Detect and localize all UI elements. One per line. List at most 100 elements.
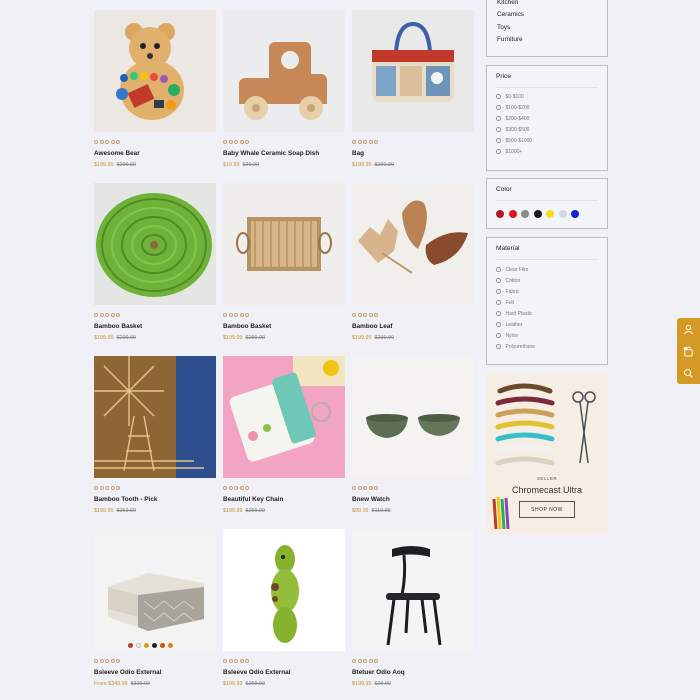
category-item-furniture[interactable]: Furniture [497, 34, 597, 46]
swatch-black[interactable] [152, 643, 157, 648]
product-image-green-toy[interactable] [223, 529, 345, 651]
product-card[interactable]: Bsleeve Odio External From $349.99 $339.9… [94, 529, 216, 700]
product-card[interactable]: Bag $199.99 $299.99 [352, 10, 474, 183]
product-card[interactable]: Bamboo Tooth - Pick $199.99 $259.99 [94, 356, 216, 529]
radio-icon[interactable] [496, 149, 501, 154]
price-option[interactable]: $300-$500 [487, 124, 607, 135]
product-card[interactable]: Awesome Bear $199.99 $299.99 [94, 10, 216, 183]
swatch-red[interactable] [128, 643, 133, 648]
product-price: $199.99 [223, 335, 243, 341]
product-image-green-basket[interactable] [94, 183, 216, 305]
radio-icon[interactable] [496, 105, 501, 110]
category-item-ceramics[interactable]: Ceramics [497, 9, 597, 21]
radio-icon[interactable] [496, 322, 501, 327]
promo-banner[interactable]: SELLER Chromecast Ultra SHOP NOW [486, 373, 608, 534]
product-name[interactable]: Awesome Bear [94, 150, 216, 157]
radio-icon[interactable] [496, 333, 501, 338]
product-name[interactable]: Bsleeve Odio External [223, 669, 345, 676]
shop-now-button[interactable]: SHOP NOW [519, 501, 575, 518]
radio-icon[interactable] [496, 94, 501, 99]
product-card[interactable]: Bamboo Leaf $199.99 $299.99 [352, 183, 474, 356]
color-swatch-yellow[interactable] [546, 210, 554, 218]
product-name[interactable]: Bnew Watch [352, 496, 474, 503]
price-option[interactable]: $1000+ [487, 146, 607, 157]
product-old-price: $339.99 [130, 681, 151, 687]
product-image-toothpick-windmill[interactable] [94, 356, 216, 478]
product-price: $99.99 [352, 508, 369, 514]
product-image-key-chain[interactable] [223, 356, 345, 478]
swatch-gold[interactable] [144, 643, 149, 648]
product-name[interactable]: Beautiful Key Chain [223, 496, 345, 503]
product-card[interactable]: Bamboo Basket $199.99 $299.99 [94, 183, 216, 356]
radio-icon[interactable] [496, 116, 501, 121]
user-icon [684, 324, 693, 334]
material-option[interactable]: Clear Film [487, 264, 607, 275]
product-image-chair[interactable] [352, 529, 474, 651]
filter-title: Material [496, 245, 520, 252]
radio-icon[interactable] [496, 289, 501, 294]
product-image-bear[interactable] [94, 10, 216, 132]
product-image-pouf[interactable] [94, 529, 216, 651]
product-name[interactable]: Btetuer Odio Aoq [352, 669, 474, 676]
radio-icon[interactable] [496, 344, 501, 349]
product-name[interactable]: Bamboo Leaf [352, 323, 474, 330]
product-card[interactable]: Bamboo Basket $199.99 $299.99 [223, 183, 345, 356]
product-image-bowls[interactable] [352, 356, 474, 478]
product-image-wooden-truck[interactable] [223, 10, 345, 132]
price-option[interactable]: $100-$200 [487, 102, 607, 113]
price-option[interactable]: $200-$400 [487, 113, 607, 124]
category-item-toys[interactable]: Toys [497, 22, 597, 34]
filter-title: Price [496, 73, 512, 80]
radio-icon[interactable] [496, 138, 501, 143]
swatch-orange[interactable] [168, 643, 173, 648]
color-swatch-lavender[interactable] [558, 210, 567, 218]
radio-icon[interactable] [496, 300, 501, 305]
radio-icon[interactable] [496, 278, 501, 283]
color-swatch-black[interactable] [533, 210, 542, 218]
category-item-kitchen[interactable]: Kitchen [497, 0, 597, 9]
floating-toolbar [677, 318, 700, 384]
product-name[interactable]: Bag [352, 150, 474, 157]
product-name[interactable]: Bamboo Basket [223, 323, 345, 330]
rating-stars [94, 486, 216, 492]
product-card[interactable]: Bnew Watch $99.99 $119.99 [352, 356, 474, 529]
radio-icon[interactable] [496, 267, 501, 272]
product-image-bag[interactable] [352, 10, 474, 132]
cart-button[interactable] [677, 340, 700, 362]
product-old-price: $299.99 [374, 162, 395, 168]
product-name[interactable]: Bsleeve Odio External [94, 669, 216, 676]
material-option[interactable]: Polyurethane [487, 341, 607, 352]
color-swatch-blue[interactable] [571, 210, 579, 218]
product-name[interactable]: Bamboo Basket [94, 323, 216, 330]
swatch-orange-dark[interactable] [160, 643, 165, 648]
product-price: $199.99 [352, 162, 372, 168]
search-button[interactable] [677, 362, 700, 384]
product-card[interactable]: Bsleeve Odio External $199.99 $259.99 [223, 529, 345, 700]
radio-icon[interactable] [496, 127, 501, 132]
product-name[interactable]: Baby Whale Ceramic Soap Dish [223, 150, 345, 157]
category-filter: Kitchen Ceramics Toys Furniture [486, 0, 608, 57]
radio-icon[interactable] [496, 311, 501, 316]
material-option[interactable]: Felt [487, 297, 607, 308]
material-option[interactable]: Fabric [487, 286, 607, 297]
price-option[interactable]: $500-$1000 [487, 135, 607, 146]
product-image-wooden-leaves[interactable] [352, 183, 474, 305]
material-option[interactable]: Leather [487, 319, 607, 330]
material-option[interactable]: Hard Plastic [487, 308, 607, 319]
product-card[interactable]: Btetuer Odio Aoq $199.99 $29.99 [352, 529, 474, 700]
product-old-price: $29.99 [374, 681, 392, 687]
material-option[interactable]: Nylon [487, 330, 607, 341]
material-option[interactable]: Cotton [487, 275, 607, 286]
color-swatch-dark-red[interactable] [496, 210, 504, 218]
color-filter: Color [486, 178, 608, 229]
swatch-white[interactable] [136, 643, 141, 648]
color-swatch-gray[interactable] [521, 210, 529, 218]
account-button[interactable] [677, 318, 700, 340]
product-image-wicker-tray[interactable] [223, 183, 345, 305]
product-card[interactable]: Beautiful Key Chain $199.99 $259.99 [223, 356, 345, 529]
product-name[interactable]: Bamboo Tooth - Pick [94, 496, 216, 503]
rating-stars [223, 486, 345, 492]
product-card[interactable]: Baby Whale Ceramic Soap Dish $19.99 $39.9… [223, 10, 345, 183]
color-swatch-red[interactable] [508, 210, 517, 218]
price-option[interactable]: $0-$100 [487, 91, 607, 102]
